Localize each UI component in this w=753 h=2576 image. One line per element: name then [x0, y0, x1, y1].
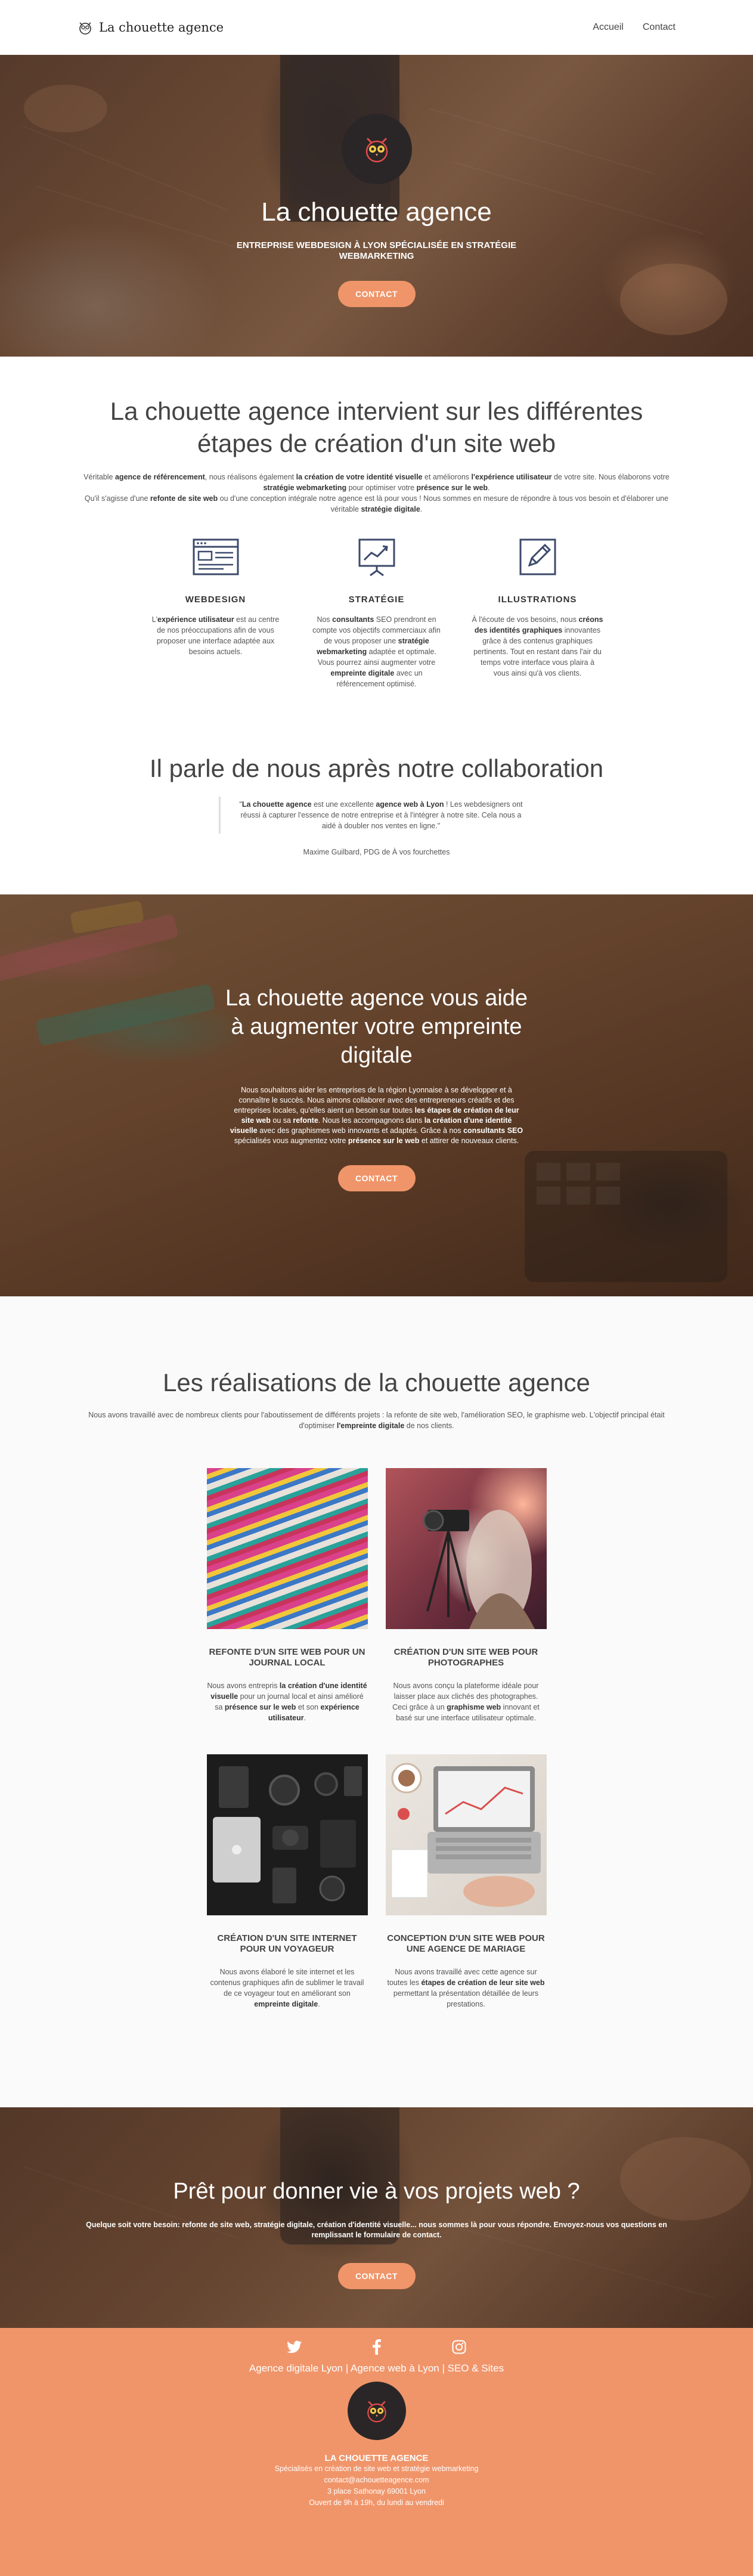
- portfolio-grid: REFONTE D'UN SITE WEB POUR UN JOURNAL LO…: [206, 1468, 547, 2010]
- card-title: CONCEPTION D'UN SITE WEB POUR UNE AGENCE…: [387, 1933, 545, 1954]
- feature-text: L'expérience utilisateur est au centre d…: [151, 615, 280, 656]
- testimonial-quote: "La chouette agence est une excellente a…: [218, 797, 535, 834]
- testimonial-title: Il parle de nous après notre collaborati…: [149, 754, 604, 782]
- site-logo[interactable]: La chouette agence: [78, 20, 224, 35]
- footer-owl-badge: [347, 2382, 406, 2440]
- nav-contact[interactable]: Contact: [643, 22, 675, 33]
- footer-address: 3 place Sathonay 69001 Lyon: [327, 2487, 426, 2496]
- digital-footprint-section: La chouette agence vous aide à augmenter…: [0, 894, 753, 1296]
- card-text: Nous avons entrepris la création d'une i…: [207, 1682, 367, 1722]
- footer-links[interactable]: Agence digitale Lyon | Agence web à Lyon…: [249, 2363, 504, 2374]
- portfolio-intro-text: Nous avons travaillé avec de nombreux cl…: [88, 1411, 665, 1430]
- portfolio-title: Les réalisations de la chouette agence: [163, 1368, 590, 1397]
- portfolio-card: CRÉATION D'UN SITE INTERNET POUR UN VOYA…: [206, 1754, 368, 2010]
- strategy-icon: [358, 538, 395, 577]
- nav-accueil[interactable]: Accueil: [593, 22, 624, 33]
- illustration-icon: [519, 538, 556, 575]
- card-title: CRÉATION D'UN SITE INTERNET POUR UN VOYA…: [217, 1933, 357, 1954]
- card-title: REFONTE D'UN SITE WEB POUR UN JOURNAL LO…: [209, 1647, 365, 1668]
- feature-text: À l'écoute de vos besoins, nous créons d…: [472, 615, 603, 677]
- services-section: La chouette agence intervient sur les di…: [0, 357, 753, 714]
- footer-hours: Ouvert de 9h à 19h, du lundi au vendredi: [309, 2498, 444, 2507]
- photographer-illustration: [423, 1510, 535, 1629]
- final-cta-section: Prêt pour donner vie à vos projets web ?…: [0, 2107, 753, 2328]
- final-cta-title: Prêt pour donner vie à vos projets web ?: [173, 2179, 580, 2204]
- band-contact-button[interactable]: CONTACT: [337, 1165, 416, 1191]
- magazines-image[interactable]: [206, 1468, 368, 1629]
- card-text: Nous avons élaboré le site internet et l…: [210, 1968, 364, 2008]
- main-nav: Accueil Contact: [593, 22, 675, 33]
- photographer-image[interactable]: [385, 1468, 547, 1629]
- travel-gear-image[interactable]: [206, 1754, 368, 1915]
- logo-text: La chouette agence: [99, 20, 224, 35]
- final-contact-button[interactable]: CONTACT: [337, 2263, 416, 2289]
- feature-illustrations: ILLUSTRATIONS À l'écoute de vos besoins,…: [472, 537, 603, 689]
- travel-gear-illustration: [212, 1766, 362, 1903]
- portfolio-card: CONCEPTION D'UN SITE WEB POUR UNE AGENCE…: [385, 1754, 547, 2010]
- webdesign-icon: [193, 538, 238, 575]
- hero-title: La chouette agence: [261, 197, 492, 227]
- portfolio-card: CRÉATION D'UN SITE WEB POUR PHOTOGRAPHES…: [385, 1468, 547, 1723]
- owl-icon: [367, 2401, 386, 2423]
- owl-icon: [365, 137, 388, 163]
- band-title: La chouette agence vous aide à augmenter…: [225, 986, 528, 1068]
- final-cta-text: Quelque soit votre besoin: refonte de si…: [86, 2221, 667, 2239]
- desk-illustration: [391, 1763, 541, 1907]
- card-title: CRÉATION D'UN SITE WEB POUR PHOTOGRAPHES: [393, 1647, 538, 1668]
- hero-owl-badge: [341, 114, 412, 184]
- hero-contact-button[interactable]: CONTACT: [337, 281, 416, 307]
- site-header: La chouette agence Accueil Contact: [0, 0, 753, 55]
- owl-logo-icon: [79, 22, 91, 35]
- feature-title: STRATÉGIE: [348, 595, 405, 605]
- footer-company-name: LA CHOUETTE AGENCE: [324, 2453, 429, 2463]
- card-text: Nous avons travaillé avec cette agence s…: [387, 1968, 545, 2008]
- footer-email[interactable]: contact@achouetteagence.com: [324, 2475, 429, 2486]
- instagram-icon[interactable]: [451, 2339, 467, 2355]
- hero-section: La chouette agence ENTREPRISE WEBDESIGN …: [0, 55, 753, 357]
- testimonial-author: Maxime Guilbard, PDG de À vos fourchette…: [303, 848, 450, 856]
- testimonial-section: Il parle de nous après notre collaborati…: [0, 744, 753, 894]
- services-intro-text: Véritable agence de référencement, nous …: [83, 473, 670, 513]
- twitter-icon[interactable]: [286, 2339, 303, 2355]
- site-footer: Agence digitale Lyon | Agence web à Lyon…: [0, 2328, 753, 2576]
- feature-text: Nos consultants SEO prendront en compte …: [312, 615, 441, 688]
- feature-title: ILLUSTRATIONS: [498, 595, 577, 605]
- hero-subtitle: ENTREPRISE WEBDESIGN À LYON SPÉCIALISÉE …: [236, 240, 517, 261]
- social-links: [286, 2339, 467, 2355]
- feature-webdesign: WEBDESIGN L'expérience utilisateur est a…: [150, 537, 281, 689]
- feature-title: WEBDESIGN: [185, 595, 246, 605]
- portfolio-section: Les réalisations de la chouette agence N…: [0, 1296, 753, 2107]
- facebook-icon[interactable]: [368, 2339, 385, 2355]
- feature-list: WEBDESIGN L'expérience utilisateur est a…: [0, 537, 753, 689]
- card-text: Nous avons conçu la plateforme idéale po…: [392, 1682, 540, 1722]
- band-text: Nous souhaitons aider les entreprises de…: [230, 1086, 523, 1145]
- feature-strategie: STRATÉGIE Nos consultants SEO prendront …: [311, 537, 442, 689]
- wedding-desk-image[interactable]: [385, 1754, 547, 1915]
- portfolio-card: REFONTE D'UN SITE WEB POUR UN JOURNAL LO…: [206, 1468, 368, 1723]
- services-title: La chouette agence intervient sur les di…: [110, 397, 643, 457]
- footer-tagline: Spécialisés en création de site web et s…: [274, 2464, 479, 2473]
